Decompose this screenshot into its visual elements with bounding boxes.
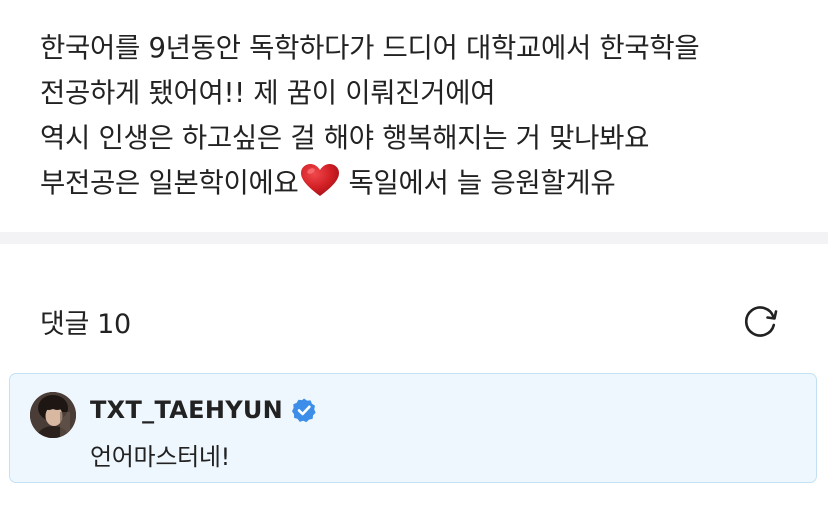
post-text-line: 전공하게 됐어여!! 제 꿈이 이뤄진거에여 [40, 77, 496, 109]
comments-count: 10 [97, 309, 131, 340]
comments-label: 댓글 [40, 309, 90, 340]
refresh-button[interactable] [740, 300, 782, 342]
red-heart-emoji-icon [300, 163, 340, 197]
post-body: 한국어를 9년동안 독학하다가 드디어 대학교에서 한국학을 전공하게 됐어여!… [0, 0, 828, 232]
author-name[interactable]: TXT_TAEHYUN [90, 396, 283, 424]
verified-badge-icon [291, 397, 317, 423]
post-text-segment: 부전공은 일본학이에요 [40, 167, 299, 199]
post-text: 한국어를 9년동안 독학하다가 드디어 대학교에서 한국학을 전공하게 됐어여!… [40, 26, 810, 206]
avatar[interactable] [30, 392, 76, 438]
comment-item[interactable]: TXT_TAEHYUN 언어마스터네! [9, 373, 817, 483]
comments-title: 댓글 10 [40, 302, 131, 341]
post-text-line: 역시 인생은 하고싶은 걸 해야 행복해지는 거 맞나봐요 [40, 122, 650, 154]
comment-author[interactable]: TXT_TAEHYUN [90, 394, 317, 426]
comment-text: 언어마스터네! [90, 443, 231, 471]
refresh-icon [740, 300, 782, 342]
post-text-line-last: 부전공은 일본학이에요 독일에서 늘 응원할게유 [40, 161, 810, 206]
post-text-segment: 독일에서 늘 응원할게유 [348, 167, 616, 199]
section-divider [0, 232, 828, 244]
comments-header: 댓글 10 [0, 290, 828, 352]
post-text-line: 한국어를 9년동안 독학하다가 드디어 대학교에서 한국학을 [40, 32, 700, 64]
